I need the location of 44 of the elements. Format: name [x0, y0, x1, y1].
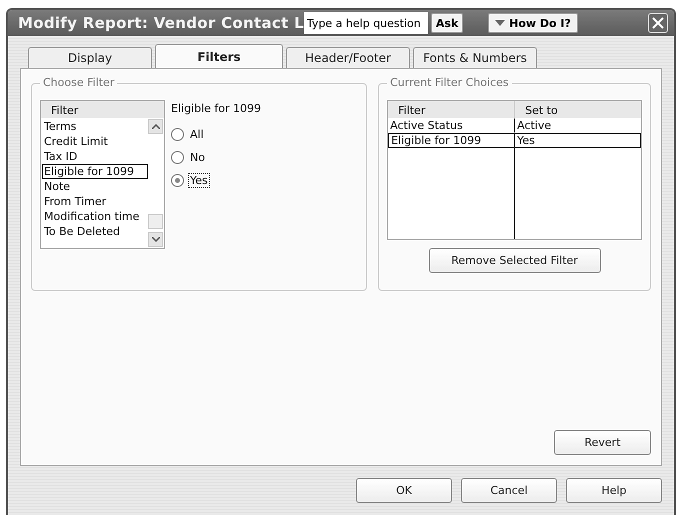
radio-label[interactable]: Yes: [188, 173, 210, 188]
table-cell[interactable]: Eligible for 1099: [388, 133, 514, 148]
radio-label[interactable]: All: [188, 127, 206, 142]
tab[interactable]: Filters: [155, 44, 283, 68]
table-cell[interactable]: Active: [514, 118, 641, 133]
filter-item[interactable]: Credit Limit: [42, 134, 148, 149]
help-question-field[interactable]: Type a help question: [304, 12, 428, 34]
how-do-i-button[interactable]: How Do I?: [488, 13, 578, 33]
list-header: Filter: [41, 101, 164, 118]
tab[interactable]: Fonts & Numbers: [413, 47, 537, 68]
window-title: Modify Report: Vendor Contact L: [18, 14, 304, 32]
filter-item[interactable]: Tax ID: [42, 149, 148, 164]
column-header: Filter: [388, 101, 514, 118]
filter-list[interactable]: Filter Terms Credit Limit Tax ID Eligible for 1099 Note From Timer Modification time To Be Deleted: [40, 100, 165, 249]
group-title: Current Filter Choices: [387, 76, 512, 89]
dialog-button[interactable]: OK: [356, 478, 452, 503]
group-title: Choose Filter: [40, 76, 118, 89]
filter-item[interactable]: Terms: [42, 119, 148, 134]
option-title: Eligible for 1099: [171, 102, 262, 115]
radio-button[interactable]: [171, 174, 184, 187]
remove-selected-filter-button[interactable]: Remove Selected Filter: [428, 248, 601, 273]
filter-item[interactable]: To Be Deleted: [42, 224, 148, 239]
table-cell[interactable]: Yes: [514, 133, 641, 148]
filter-item[interactable]: Note: [42, 179, 148, 194]
revert-button[interactable]: Revert: [554, 430, 651, 455]
scroll-up-button[interactable]: [148, 119, 163, 134]
tab[interactable]: Display: [28, 47, 152, 68]
scroll-thumb[interactable]: [148, 214, 163, 229]
radio-button[interactable]: [171, 151, 184, 164]
ask-button[interactable]: Ask: [430, 13, 464, 33]
filter-item[interactable]: Modification time: [42, 209, 148, 224]
caret-icon: [495, 20, 506, 26]
table-cell[interactable]: Active Status: [388, 118, 514, 133]
scroll-down-button[interactable]: [148, 232, 163, 247]
radio-label[interactable]: No: [188, 150, 207, 165]
column-header: Set to: [514, 101, 641, 118]
close-icon: [652, 17, 664, 29]
tab[interactable]: Header/Footer: [286, 47, 410, 68]
radio-button[interactable]: [171, 128, 184, 141]
dialog-button[interactable]: Cancel: [461, 478, 557, 503]
dialog-button[interactable]: Help: [566, 478, 662, 503]
close-button[interactable]: [648, 13, 668, 33]
filter-item[interactable]: From Timer: [42, 194, 148, 209]
filter-item[interactable]: Eligible for 1099: [42, 164, 148, 179]
